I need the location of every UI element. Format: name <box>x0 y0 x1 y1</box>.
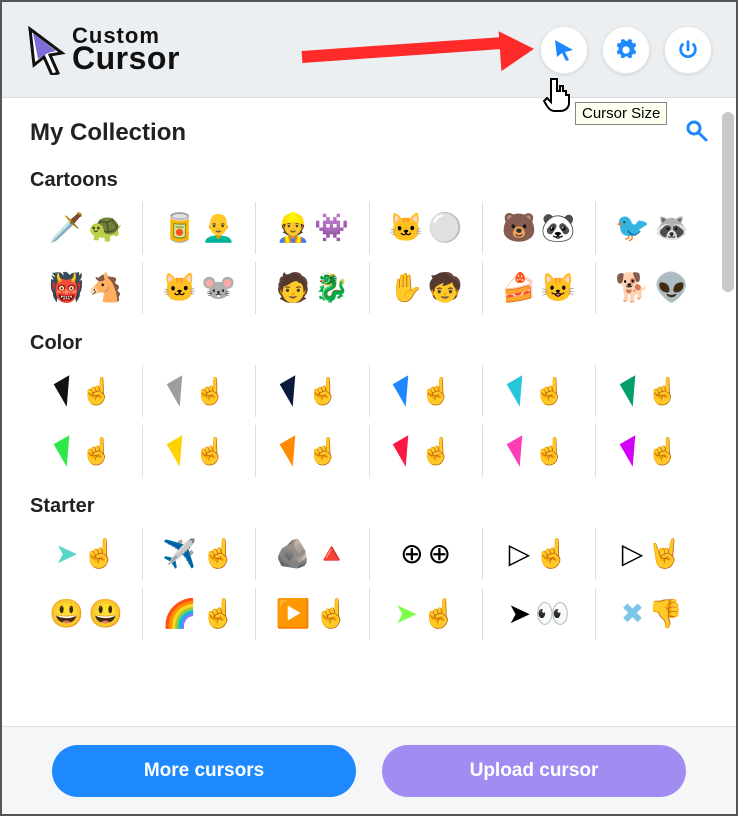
cursor-pack[interactable]: ☝ <box>596 425 708 477</box>
annotation-arrow <box>302 37 532 77</box>
cursor-icon <box>552 38 576 62</box>
settings-button[interactable] <box>602 26 650 74</box>
scrollbar[interactable] <box>722 112 734 292</box>
cursor-pack[interactable]: ▶️☝ <box>256 588 369 640</box>
cartoons-row-2: 👹🐴 🐱🐭 🧑🐉 ✋🧒 🍰😺 🐕👽 <box>30 262 708 314</box>
app-logo: Custom Cursor <box>26 25 180 75</box>
cursor-pack[interactable]: ☝ <box>30 425 143 477</box>
cursor-pack[interactable]: ☝ <box>143 425 256 477</box>
cursor-pack[interactable]: 🐱🐭 <box>143 262 256 314</box>
gear-icon <box>615 39 637 61</box>
more-cursors-button[interactable]: More cursors <box>52 745 356 797</box>
cursor-pack[interactable]: ☝ <box>483 425 596 477</box>
cursor-pack[interactable]: ☝ <box>30 365 143 417</box>
search-button[interactable] <box>684 118 708 147</box>
cursor-pack[interactable]: ☝ <box>370 365 483 417</box>
starter-row-2: 😃😃 🌈☝ ▶️☝ ➤☝ ➤👀 ✖👎 <box>30 588 708 640</box>
cursor-pack[interactable]: ☝ <box>143 365 256 417</box>
cursor-pack[interactable]: ➤☝ <box>30 528 143 580</box>
cursor-pack[interactable]: 🐦🦝 <box>596 202 708 254</box>
cursor-pack[interactable]: 🌈☝ <box>143 588 256 640</box>
cursor-pack[interactable]: 😃😃 <box>30 588 143 640</box>
cursor-pack[interactable]: ✋🧒 <box>370 262 483 314</box>
upload-cursor-button[interactable]: Upload cursor <box>382 745 686 797</box>
starter-row-1: ➤☝ ✈️☝ 🪨🔺 ⊕⊕ ▷☝ ▷🤘 <box>30 528 708 580</box>
cartoons-row-1: 🗡️🐢 🥫👨‍🦲 👷👾 🐱⚪ 🐻🐼 🐦🦝 <box>30 202 708 254</box>
search-icon <box>684 118 708 142</box>
header-bar: Custom Cursor <box>2 2 736 98</box>
cursor-pack[interactable]: ➤👀 <box>483 588 596 640</box>
cursor-pack[interactable]: ✈️☝ <box>143 528 256 580</box>
cursor-pack[interactable]: 👹🐴 <box>30 262 143 314</box>
cursor-pack[interactable]: 🐱⚪ <box>370 202 483 254</box>
footer-bar: More cursors Upload cursor <box>2 726 736 814</box>
cursor-pack[interactable]: 👷👾 <box>256 202 369 254</box>
power-icon <box>677 39 699 61</box>
header-buttons <box>540 26 712 74</box>
cursor-pack[interactable]: ✖👎 <box>596 588 708 640</box>
cursor-pack[interactable]: ☝ <box>256 365 369 417</box>
cursor-size-button[interactable] <box>540 26 588 74</box>
cursor-pack[interactable]: ☝ <box>483 365 596 417</box>
section-heading-starter: Starter <box>30 495 708 518</box>
cursor-pack[interactable]: ➤☝ <box>370 588 483 640</box>
main-content: My Collection Cartoons 🗡️🐢 🥫👨‍🦲 👷👾 🐱⚪ 🐻🐼… <box>2 98 736 726</box>
logo-text-bottom: Cursor <box>72 45 180 72</box>
cursor-pack[interactable]: 🥫👨‍🦲 <box>143 202 256 254</box>
pointer-hand-overlay <box>543 77 573 118</box>
cursor-pack[interactable]: ☝ <box>256 425 369 477</box>
cursor-pack[interactable]: 🪨🔺 <box>256 528 369 580</box>
page-title: My Collection <box>30 119 186 147</box>
section-heading-cartoons: Cartoons <box>30 169 708 192</box>
cursor-pack[interactable]: 🍰😺 <box>483 262 596 314</box>
cursor-pack[interactable]: ▷🤘 <box>596 528 708 580</box>
cursor-pack[interactable]: 🐕👽 <box>596 262 708 314</box>
cursor-pack[interactable]: 🗡️🐢 <box>30 202 143 254</box>
section-heading-color: Color <box>30 332 708 355</box>
cursor-pack[interactable]: ▷☝ <box>483 528 596 580</box>
power-button[interactable] <box>664 26 712 74</box>
cursor-size-tooltip: Cursor Size <box>575 102 667 125</box>
cursor-pack[interactable]: 🐻🐼 <box>483 202 596 254</box>
cursor-pack[interactable]: ☝ <box>596 365 708 417</box>
color-row-2: ☝ ☝ ☝ ☝ ☝ ☝ <box>30 425 708 477</box>
cursor-pack[interactable]: ⊕⊕ <box>370 528 483 580</box>
cursor-pack[interactable]: 🧑🐉 <box>256 262 369 314</box>
color-row-1: ☝ ☝ ☝ ☝ ☝ ☝ <box>30 365 708 417</box>
cursor-pack[interactable]: ☝ <box>370 425 483 477</box>
logo-cursor-icon <box>26 25 66 75</box>
